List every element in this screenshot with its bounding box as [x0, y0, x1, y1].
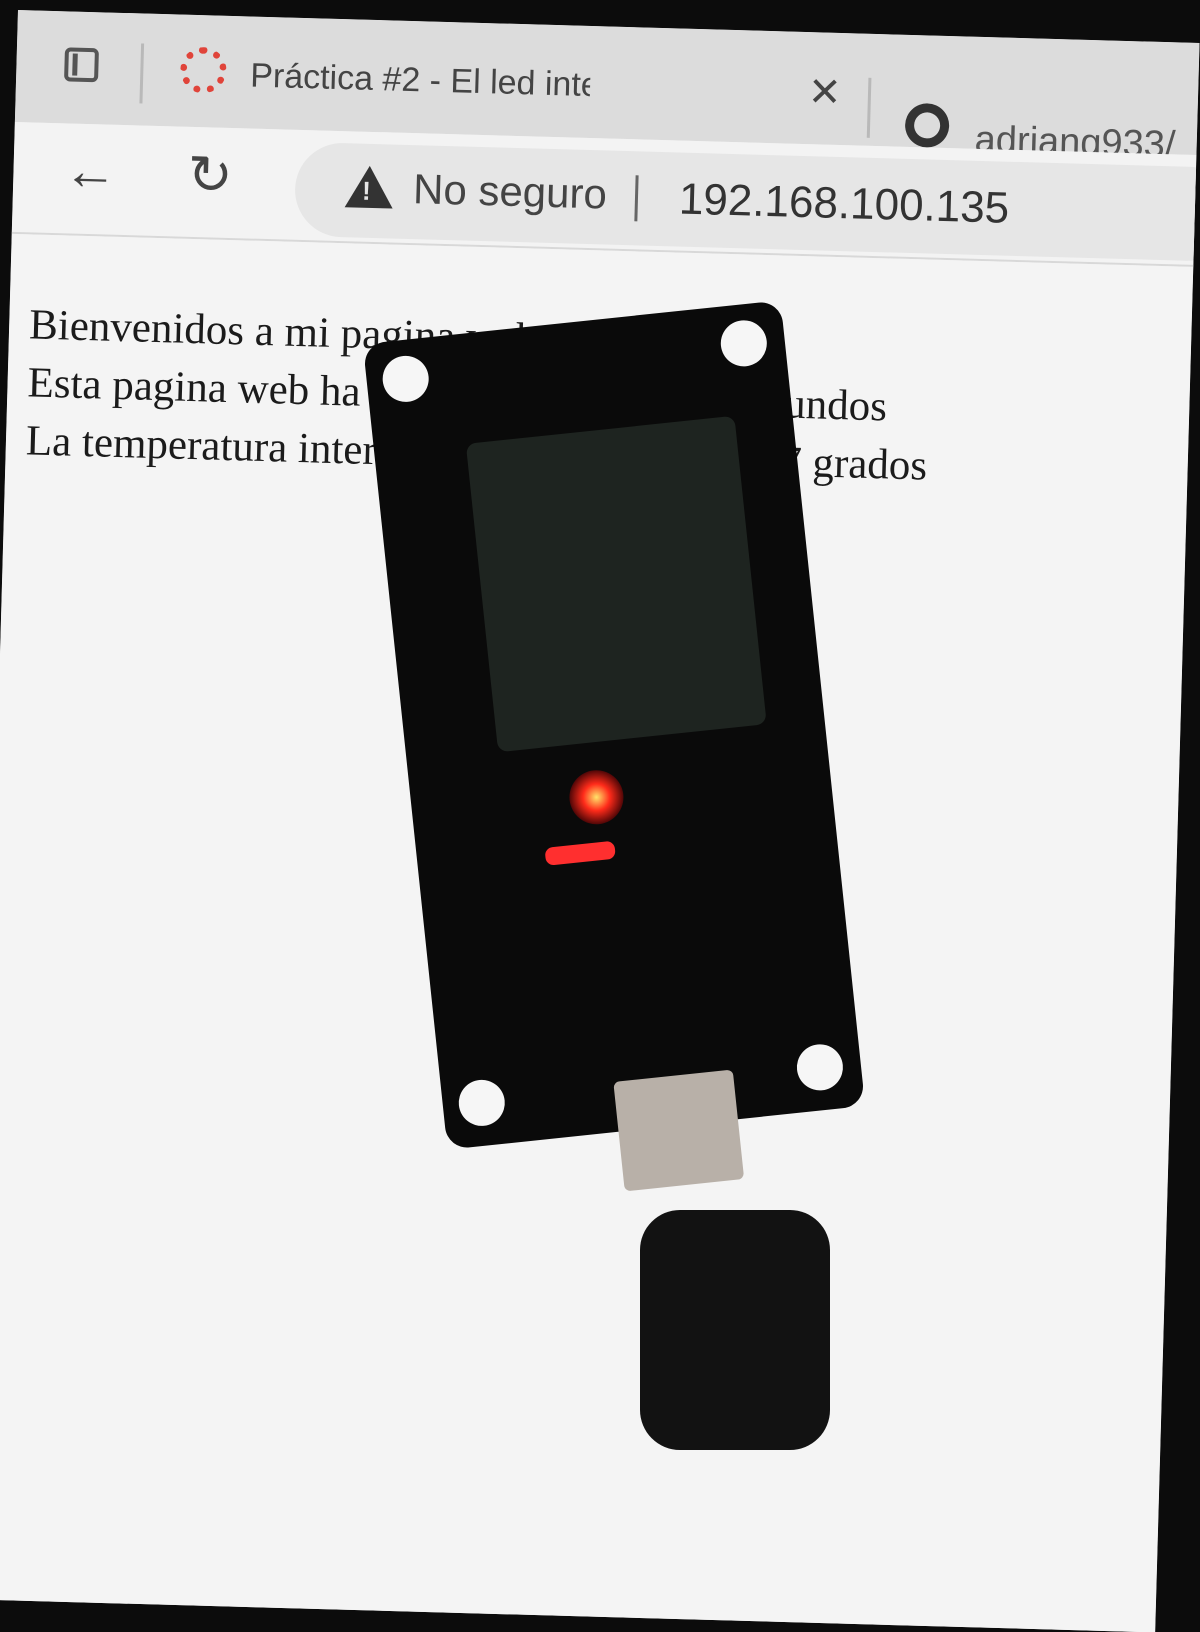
security-status[interactable]: No seguro — [412, 165, 608, 218]
canvas-favicon-icon — [179, 46, 228, 94]
mounting-hole — [794, 1042, 846, 1093]
tab-actions-icon[interactable] — [64, 47, 99, 83]
esp32-board-photo — [362, 300, 866, 1192]
url-text[interactable]: 192.168.100.135 — [678, 175, 1010, 234]
mounting-hole — [380, 353, 431, 405]
reload-button[interactable]: ↻ — [187, 143, 234, 207]
tab-separator — [139, 43, 145, 104]
tab-separator — [866, 77, 872, 138]
github-icon — [904, 102, 950, 149]
back-button[interactable]: ← — [63, 139, 119, 202]
usb-connector — [613, 1069, 745, 1192]
close-tab-icon[interactable]: ✕ — [807, 70, 842, 115]
red-led — [566, 767, 627, 827]
red-led-strip — [544, 840, 616, 866]
address-bar[interactable]: ! No seguro 192.168.100.135 — [293, 141, 1200, 263]
tab-active-title[interactable]: Práctica #2 - El led interno, senso — [250, 57, 591, 105]
usb-cable — [640, 1210, 830, 1450]
mounting-hole — [718, 318, 770, 369]
address-divider — [634, 175, 639, 222]
mounting-hole — [456, 1077, 508, 1129]
esp32-module — [465, 415, 767, 753]
warning-icon-mark: ! — [361, 175, 372, 206]
